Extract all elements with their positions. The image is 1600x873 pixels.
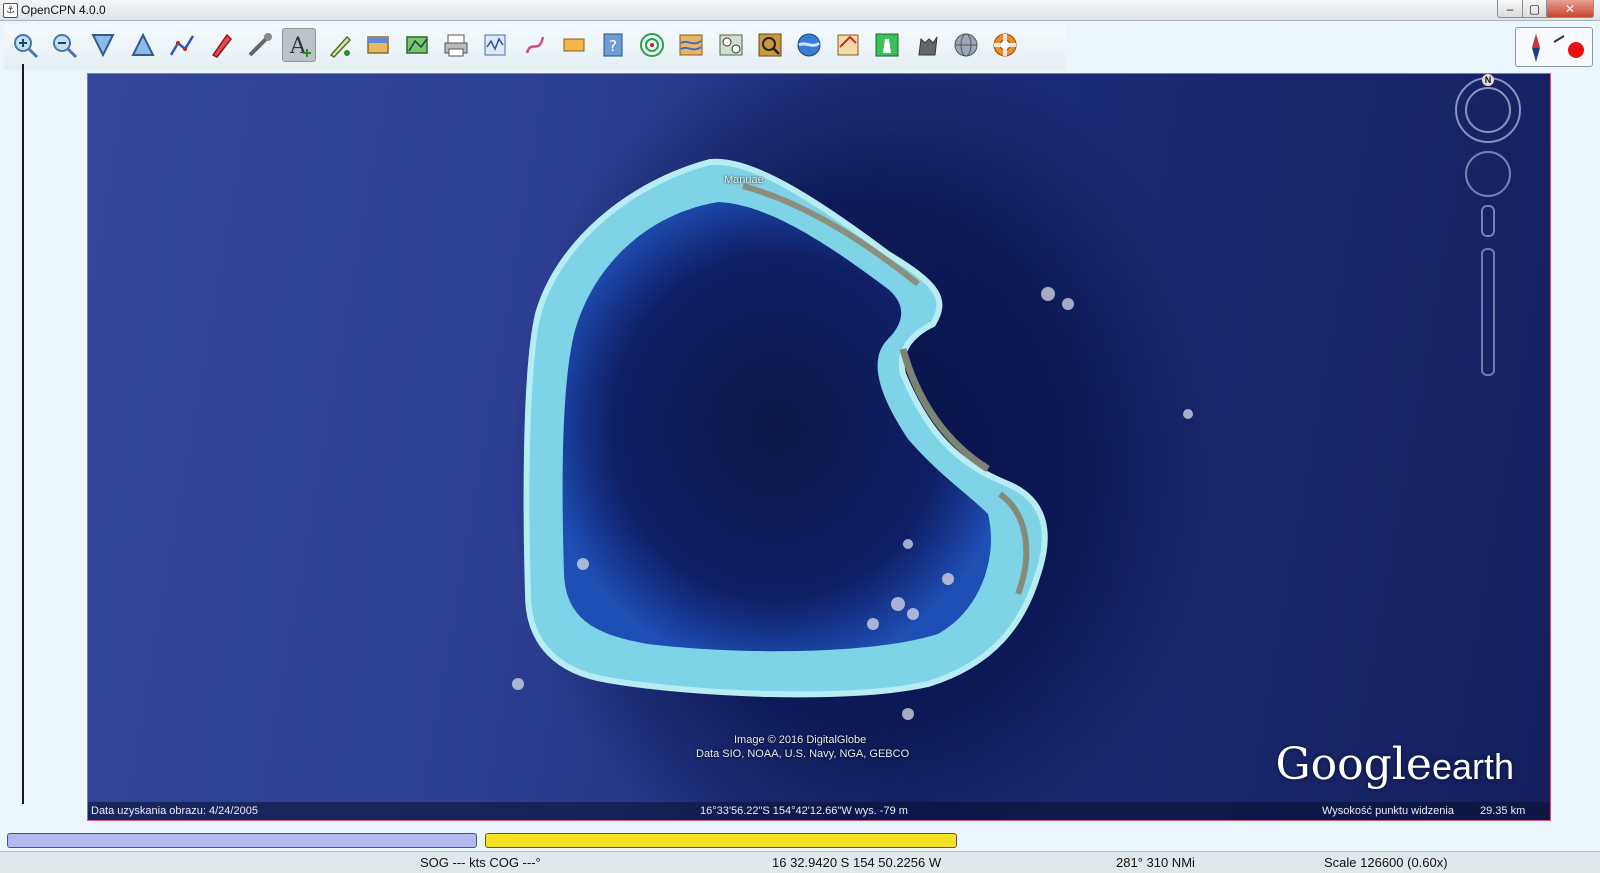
- auto-follow-ship-icon: [211, 33, 232, 58]
- chart-scale: Scale 126600 (0.60x): [1324, 855, 1448, 870]
- chart-pan-icon: [367, 36, 389, 54]
- logbook-icon: [837, 34, 859, 56]
- lighthouse-button[interactable]: [870, 28, 904, 62]
- eye-altitude-label: Wysokość punktu widzenia: [1322, 805, 1454, 817]
- route-manager-button[interactable]: [400, 28, 434, 62]
- compass-icon: [1532, 34, 1584, 62]
- google-earth-button[interactable]: [792, 28, 826, 62]
- track-icon: [525, 36, 544, 54]
- globe-button[interactable]: [949, 28, 983, 62]
- zoom-in-button[interactable]: [8, 28, 42, 62]
- logbook-button[interactable]: [831, 28, 865, 62]
- title-bar: ⚓ OpenCPN 4.0.0 – ▢ ✕: [0, 0, 1600, 21]
- globe-icon: [954, 33, 978, 57]
- svg-text:?: ?: [609, 37, 617, 55]
- google-earth-logo: Googleearth: [1275, 739, 1514, 790]
- sog-cog: SOG --- kts COG ---°: [420, 855, 541, 870]
- tides-icon: [484, 34, 506, 56]
- cursor-coordinates: 16°33'56.22"S 154°42'12.66"W wys. -79 m: [700, 805, 908, 817]
- husky-button[interactable]: [910, 28, 944, 62]
- chart-search-icon: [758, 33, 782, 57]
- eye-altitude-value: 29.35 km: [1480, 805, 1526, 817]
- route-manager-icon: [406, 36, 428, 54]
- svg-text:A: A: [289, 34, 307, 59]
- settings-icon: [248, 33, 273, 57]
- chart-pan-button[interactable]: [361, 28, 395, 62]
- maximize-button[interactable]: ▢: [1522, 0, 1547, 18]
- ge-nav-icon[interactable]: [1452, 74, 1524, 384]
- bearing-distance: 281° 310 NMi: [1116, 855, 1195, 870]
- scale-out-button[interactable]: [126, 28, 160, 62]
- chart-bar-vector[interactable]: [485, 833, 957, 848]
- help-icon: ?: [603, 33, 623, 57]
- dashboard-icon: [719, 34, 743, 56]
- status-bar: SOG --- kts COG ---° 16 32.9420 S 154 50…: [0, 851, 1600, 873]
- zoom-out-button[interactable]: [47, 28, 81, 62]
- text-toggle-button[interactable]: A: [282, 28, 317, 62]
- atoll-satellite-image: [512, 158, 1193, 720]
- mark-add-icon: [329, 35, 351, 58]
- auto-follow-ship-button[interactable]: [204, 28, 238, 62]
- left-ruler: [22, 64, 24, 804]
- scale-in-icon: [91, 34, 116, 58]
- mark-add-button[interactable]: [322, 28, 356, 62]
- capture-date: Data uzyskania obrazu: 4/24/2005: [91, 805, 258, 817]
- main-toolbar: A?: [4, 24, 1066, 70]
- chart-bar-raster[interactable]: [7, 833, 477, 848]
- nav-mode-panel[interactable]: [1515, 27, 1593, 67]
- husky-icon: [918, 36, 938, 56]
- color-scheme-icon: [563, 38, 585, 52]
- window-title: OpenCPN 4.0.0: [21, 3, 106, 17]
- dashboard-button[interactable]: [714, 28, 748, 62]
- chart-search-button[interactable]: [753, 28, 787, 62]
- route-button[interactable]: [165, 28, 199, 62]
- lifebuoy-button[interactable]: [988, 28, 1022, 62]
- route-icon: [169, 35, 194, 56]
- place-label-manuae: Manuae: [724, 174, 764, 186]
- text-toggle-icon: A: [289, 34, 312, 59]
- radar-button[interactable]: [635, 28, 669, 62]
- close-button[interactable]: ✕: [1546, 0, 1594, 18]
- cursor-position: 16 32.9420 S 154 50.2256 W: [772, 855, 942, 870]
- settings-button[interactable]: [243, 28, 277, 62]
- help-button[interactable]: ?: [596, 28, 630, 62]
- google-earth-icon: [797, 33, 821, 57]
- scale-out-icon: [130, 32, 155, 56]
- imagery-credit: Image © 2016 DigitalGlobe: [734, 734, 867, 746]
- zoom-in-icon: [14, 34, 39, 59]
- compass-north-icon: N: [1482, 74, 1494, 86]
- radar-icon: [640, 33, 665, 57]
- print-button[interactable]: [439, 28, 473, 62]
- chart-canvas[interactable]: Manuae Image © 2016 DigitalGlobe Data SI…: [87, 73, 1551, 821]
- weather-grib-button[interactable]: [674, 28, 708, 62]
- track-button[interactable]: [518, 28, 552, 62]
- ge-nav-controls: N: [1452, 74, 1524, 389]
- print-icon: [444, 34, 468, 57]
- minimize-button[interactable]: –: [1497, 0, 1523, 18]
- scale-in-button[interactable]: [86, 28, 120, 62]
- opencpn-app-icon: ⚓: [3, 3, 18, 18]
- color-scheme-button[interactable]: [557, 28, 591, 62]
- lifebuoy-icon: [993, 33, 1017, 57]
- lighthouse-icon: [875, 33, 899, 57]
- tides-button[interactable]: [478, 28, 512, 62]
- zoom-out-icon: [53, 34, 78, 59]
- weather-grib-icon: [679, 34, 703, 56]
- ge-status-strip: Data uzyskania obrazu: 4/24/2005 16°33'5…: [88, 802, 1550, 820]
- data-credit: Data SIO, NOAA, U.S. Navy, NGA, GEBCO: [696, 748, 910, 760]
